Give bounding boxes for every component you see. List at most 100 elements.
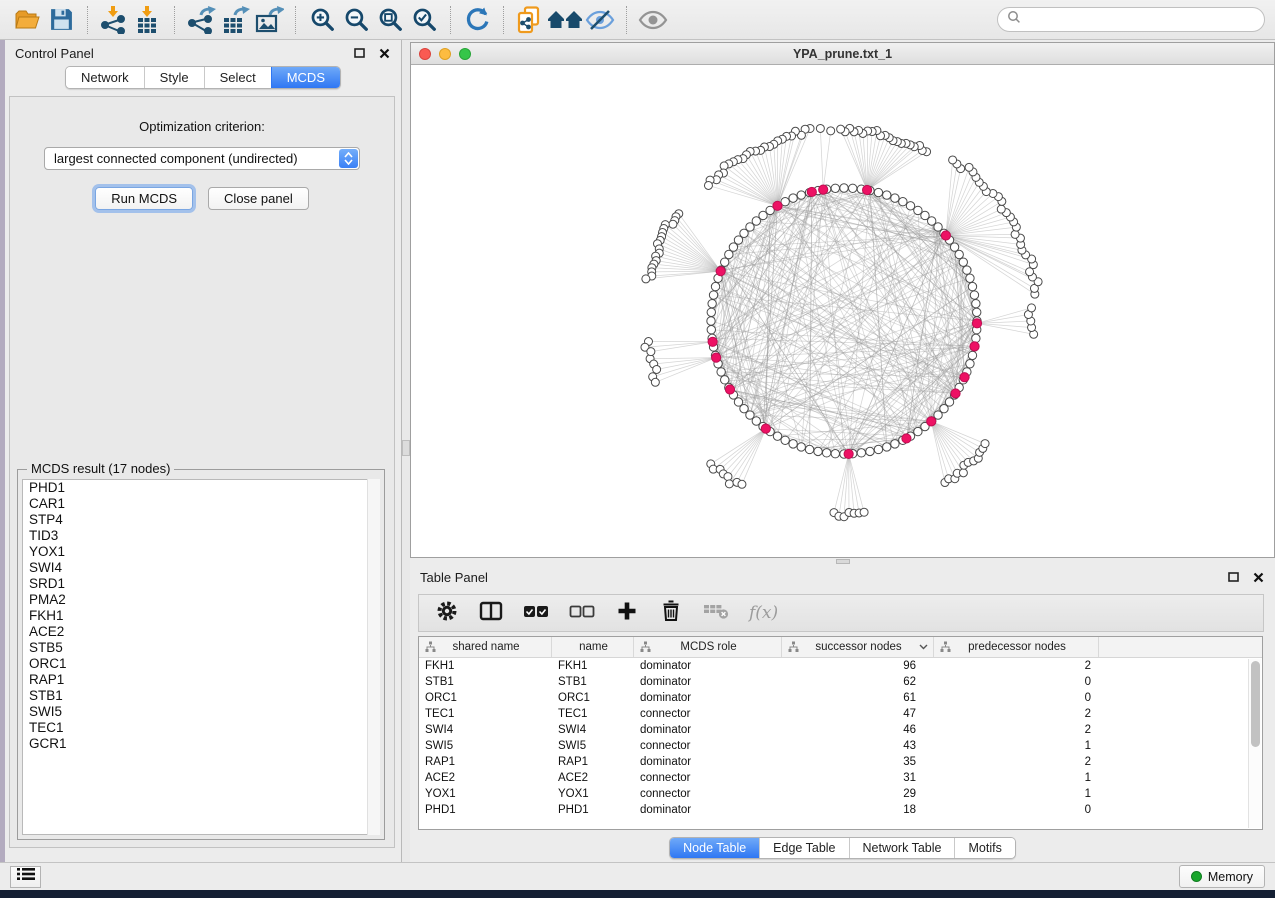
task-history-button[interactable] bbox=[10, 866, 41, 888]
table-cell[interactable]: 2 bbox=[934, 708, 1099, 720]
hide-selected-button[interactable] bbox=[583, 3, 617, 37]
column-header-MCDS-role[interactable]: MCDS role bbox=[634, 637, 782, 657]
table-cell[interactable]: connector bbox=[634, 788, 782, 800]
table-cell[interactable]: 0 bbox=[934, 692, 1099, 704]
column-header-name[interactable]: name bbox=[552, 637, 634, 657]
import-table-button[interactable] bbox=[131, 3, 165, 37]
run-mcds-button[interactable]: Run MCDS bbox=[95, 187, 193, 210]
mcds-node-item[interactable]: PMA2 bbox=[23, 592, 379, 608]
tab-network-table[interactable]: Network Table bbox=[849, 838, 955, 858]
table-cell[interactable]: TEC1 bbox=[419, 708, 552, 720]
table-row[interactable]: ACE2ACE2connector311 bbox=[419, 770, 1262, 786]
table-cell[interactable]: SWI4 bbox=[419, 724, 552, 736]
zoom-selected-button[interactable] bbox=[407, 3, 441, 37]
table-row[interactable]: SWI4SWI4dominator462 bbox=[419, 722, 1262, 738]
table-cell[interactable]: 0 bbox=[934, 676, 1099, 688]
mcds-node-item[interactable]: STB5 bbox=[23, 640, 379, 656]
horizontal-splitter[interactable] bbox=[410, 559, 1275, 565]
table-cell[interactable]: PHD1 bbox=[552, 804, 634, 816]
table-cell[interactable]: ORC1 bbox=[419, 692, 552, 704]
table-cell[interactable]: 18 bbox=[782, 804, 934, 816]
table-cell[interactable]: 46 bbox=[782, 724, 934, 736]
close-window-icon[interactable] bbox=[419, 48, 431, 60]
float-panel-icon[interactable] bbox=[1226, 570, 1240, 584]
table-cell[interactable]: SWI5 bbox=[552, 740, 634, 752]
table-cell[interactable]: SWI4 bbox=[552, 724, 634, 736]
table-cell[interactable]: FKH1 bbox=[552, 660, 634, 672]
tab-edge-table[interactable]: Edge Table bbox=[759, 838, 848, 858]
table-cell[interactable]: SWI5 bbox=[419, 740, 552, 752]
table-cell[interactable]: ACE2 bbox=[552, 772, 634, 784]
export-image-button[interactable] bbox=[252, 3, 286, 37]
criterion-select[interactable]: largest connected component (undirected) bbox=[44, 147, 360, 170]
mcds-node-item[interactable]: FKH1 bbox=[23, 608, 379, 624]
table-cell[interactable]: 47 bbox=[782, 708, 934, 720]
table-row[interactable]: FKH1FKH1dominator962 bbox=[419, 658, 1262, 674]
import-network-button[interactable] bbox=[97, 3, 131, 37]
add-column-button[interactable] bbox=[615, 599, 639, 627]
table-cell[interactable]: 96 bbox=[782, 660, 934, 672]
table-cell[interactable]: PHD1 bbox=[419, 804, 552, 816]
export-network-button[interactable] bbox=[184, 3, 218, 37]
network-canvas[interactable] bbox=[411, 65, 1274, 557]
tab-mcds[interactable]: MCDS bbox=[271, 67, 340, 88]
zoom-out-button[interactable] bbox=[339, 3, 373, 37]
scrollbar-thumb[interactable] bbox=[1251, 661, 1260, 747]
vertical-splitter[interactable] bbox=[402, 40, 410, 862]
table-scrollbar[interactable] bbox=[1248, 659, 1261, 828]
tab-style[interactable]: Style bbox=[144, 67, 204, 88]
table-cell[interactable]: dominator bbox=[634, 804, 782, 816]
table-row[interactable]: TEC1TEC1connector472 bbox=[419, 706, 1262, 722]
table-cell[interactable]: ORC1 bbox=[552, 692, 634, 704]
table-row[interactable]: SWI5SWI5connector431 bbox=[419, 738, 1262, 754]
mcds-list-scrollbar[interactable] bbox=[367, 479, 380, 835]
table-cell[interactable]: 1 bbox=[934, 740, 1099, 752]
table-cell[interactable]: dominator bbox=[634, 756, 782, 768]
mcds-node-item[interactable]: CAR1 bbox=[23, 496, 379, 512]
close-panel-icon[interactable] bbox=[1251, 570, 1265, 584]
mcds-node-item[interactable]: SWI5 bbox=[23, 704, 379, 720]
table-cell[interactable]: 1 bbox=[934, 788, 1099, 800]
table-cell[interactable]: STB1 bbox=[419, 676, 552, 688]
search-input[interactable] bbox=[1021, 13, 1255, 27]
table-cell[interactable]: 61 bbox=[782, 692, 934, 704]
table-cell[interactable]: 43 bbox=[782, 740, 934, 752]
splitter-handle[interactable] bbox=[402, 440, 410, 456]
table-cell[interactable]: 2 bbox=[934, 660, 1099, 672]
mcds-node-item[interactable]: SRD1 bbox=[23, 576, 379, 592]
mcds-node-item[interactable]: YOX1 bbox=[23, 544, 379, 560]
table-cell[interactable]: 35 bbox=[782, 756, 934, 768]
table-cell[interactable]: dominator bbox=[634, 660, 782, 672]
select-all-button[interactable] bbox=[523, 599, 549, 627]
table-cell[interactable]: 1 bbox=[934, 772, 1099, 784]
mcds-node-item[interactable]: RAP1 bbox=[23, 672, 379, 688]
table-cell[interactable]: connector bbox=[634, 708, 782, 720]
column-header-predecessor-nodes[interactable]: predecessor nodes bbox=[934, 637, 1099, 657]
mcds-node-item[interactable]: ORC1 bbox=[23, 656, 379, 672]
mcds-result-list[interactable]: PHD1CAR1STP4TID3YOX1SWI4SRD1PMA2FKH1ACE2… bbox=[22, 479, 380, 835]
tab-select[interactable]: Select bbox=[204, 67, 271, 88]
mcds-node-item[interactable]: STB1 bbox=[23, 688, 379, 704]
search-field[interactable] bbox=[997, 7, 1265, 32]
first-neighbors-button[interactable] bbox=[547, 3, 583, 37]
table-row[interactable]: RAP1RAP1dominator352 bbox=[419, 754, 1262, 770]
table-row[interactable]: PHD1PHD1dominator180 bbox=[419, 802, 1262, 818]
zoom-in-button[interactable] bbox=[305, 3, 339, 37]
table-row[interactable]: ORC1ORC1dominator610 bbox=[419, 690, 1262, 706]
close-panel-icon[interactable] bbox=[377, 46, 391, 60]
table-row[interactable]: YOX1YOX1connector291 bbox=[419, 786, 1262, 802]
clone-network-button[interactable] bbox=[513, 3, 547, 37]
tab-motifs[interactable]: Motifs bbox=[954, 838, 1014, 858]
table-cell[interactable]: RAP1 bbox=[552, 756, 634, 768]
table-settings-button[interactable] bbox=[435, 599, 459, 627]
table-cell[interactable]: dominator bbox=[634, 724, 782, 736]
apply-layout-button[interactable] bbox=[460, 3, 494, 37]
mcds-node-item[interactable]: SWI4 bbox=[23, 560, 379, 576]
mcds-node-item[interactable]: GCR1 bbox=[23, 736, 379, 752]
show-hidden-button[interactable] bbox=[636, 3, 670, 37]
table-cell[interactable]: 0 bbox=[934, 804, 1099, 816]
mcds-node-item[interactable]: PHD1 bbox=[23, 480, 379, 496]
table-cell[interactable]: dominator bbox=[634, 692, 782, 704]
table-row[interactable]: STB1STB1dominator620 bbox=[419, 674, 1262, 690]
zoom-fit-button[interactable] bbox=[373, 3, 407, 37]
